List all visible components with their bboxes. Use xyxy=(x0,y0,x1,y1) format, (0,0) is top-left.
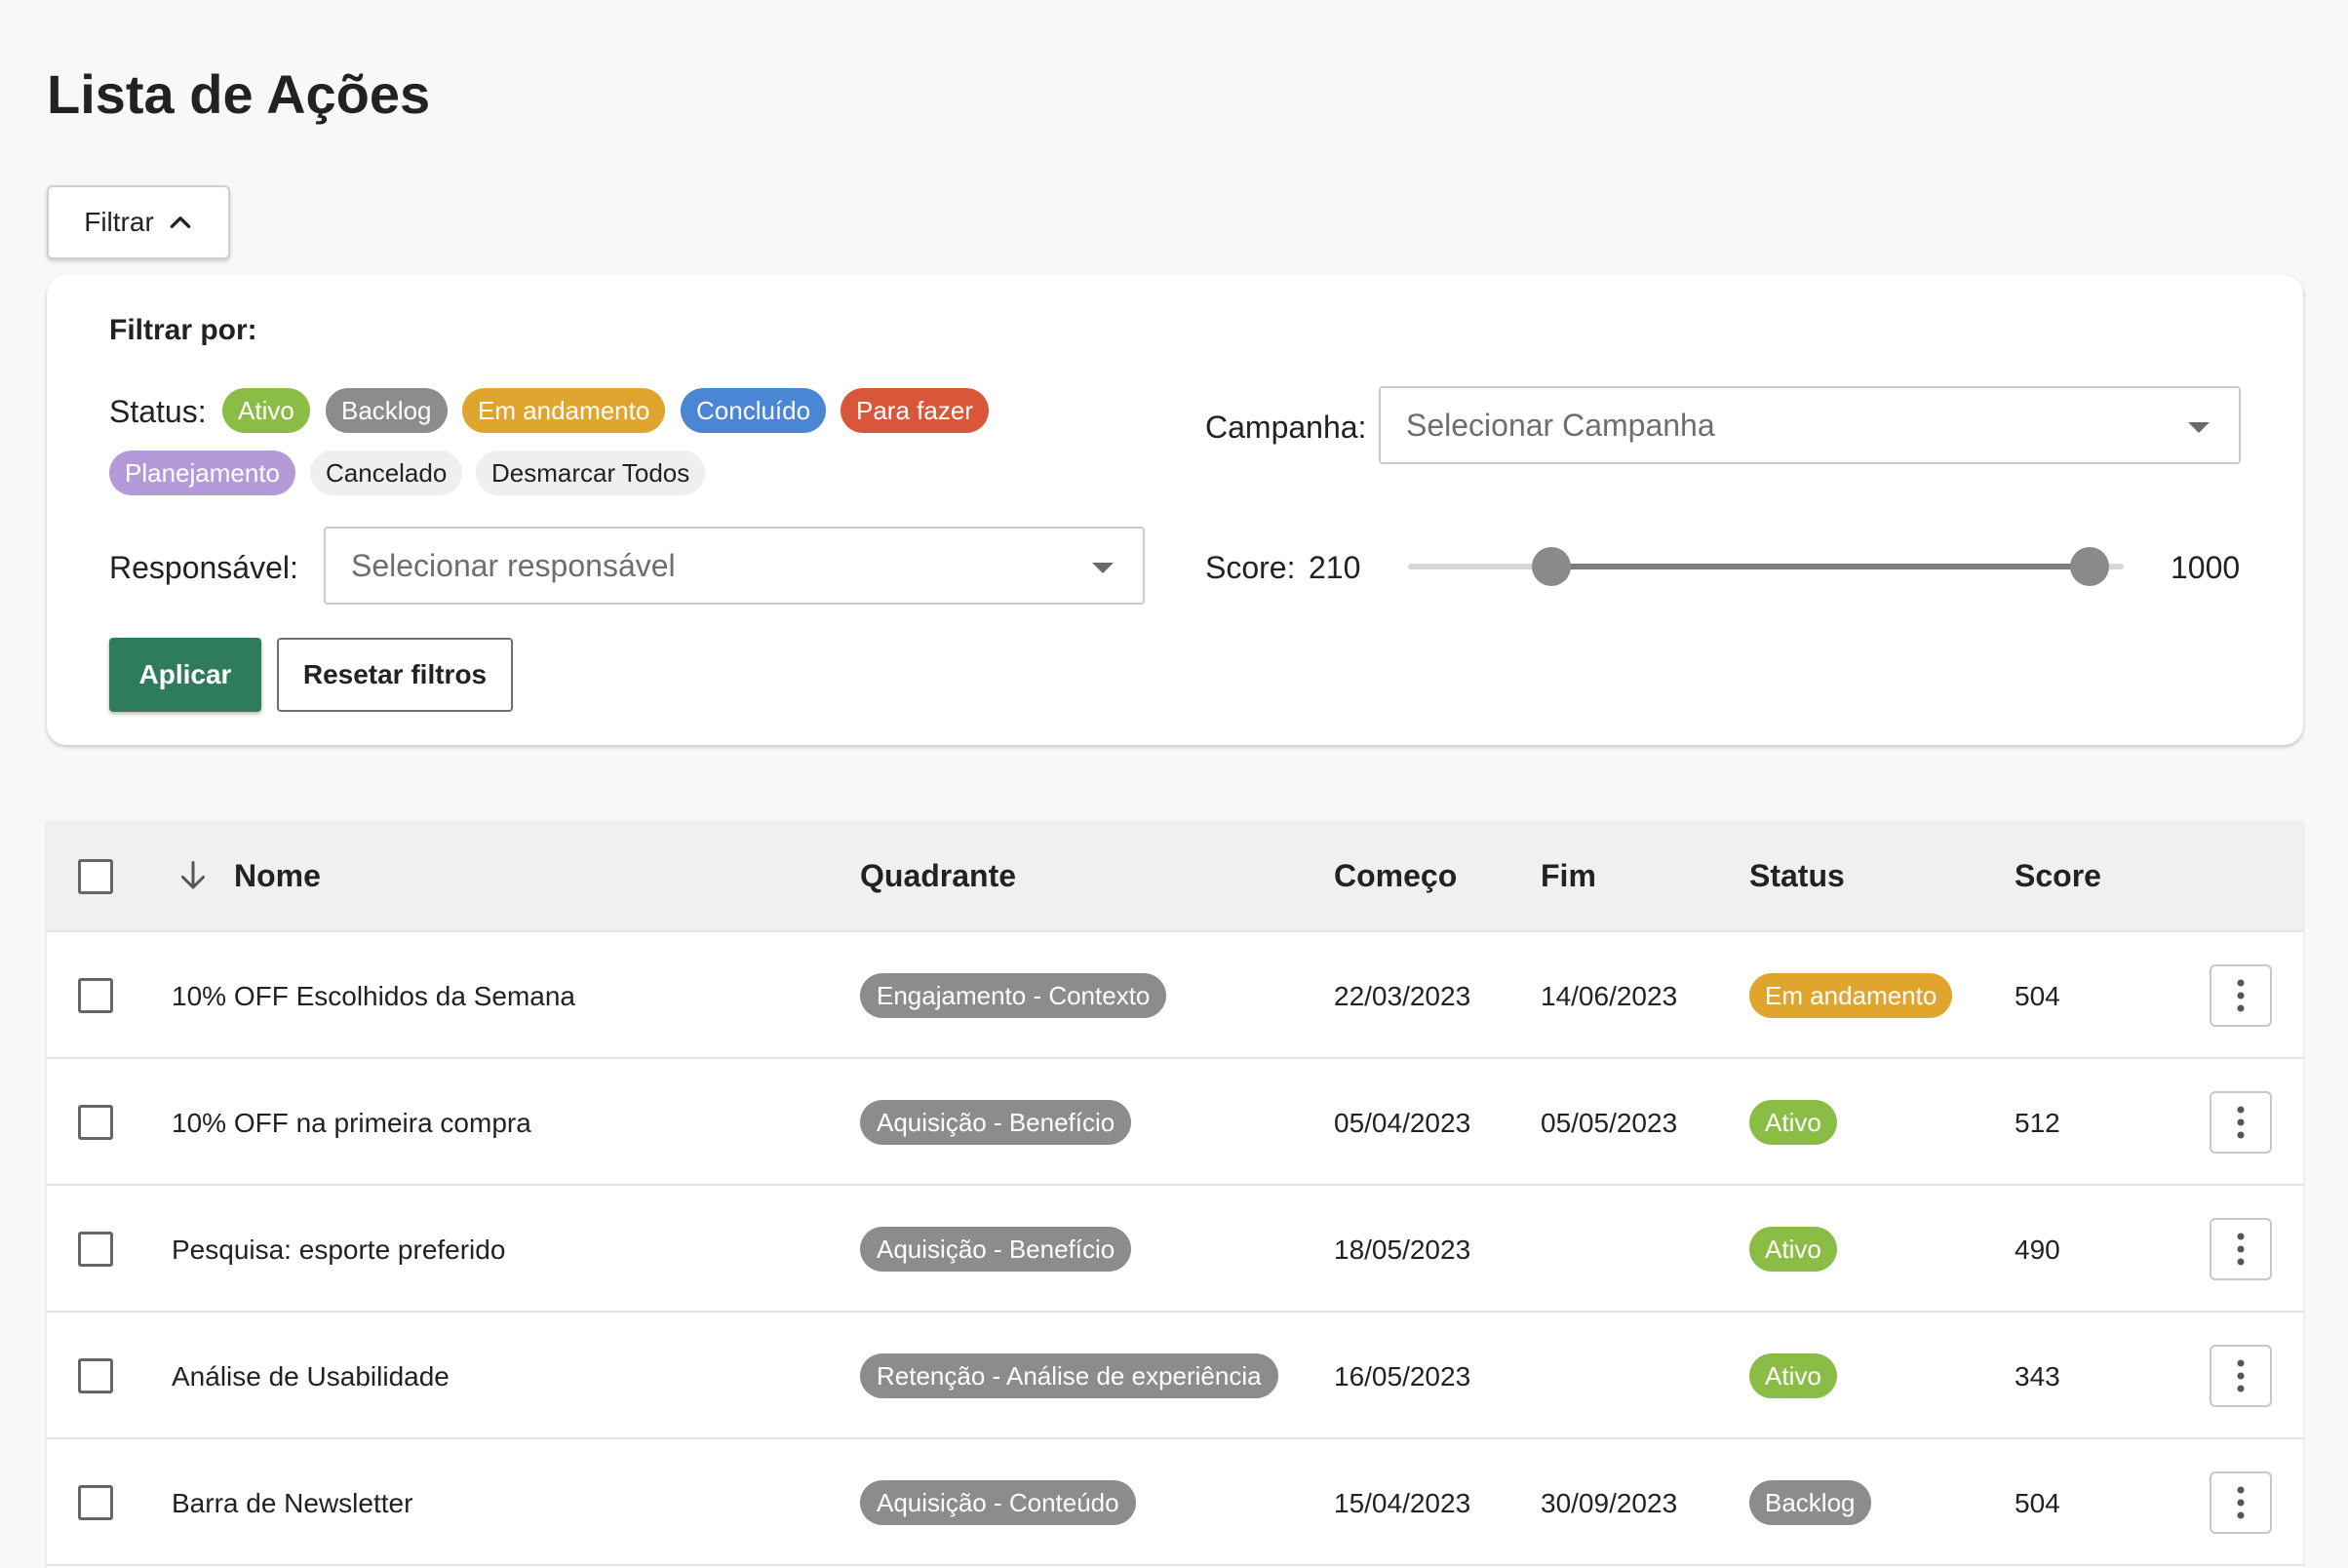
status-badge: Backlog xyxy=(1749,1480,1871,1525)
apply-button[interactable]: Aplicar xyxy=(109,638,261,712)
table-row[interactable]: Análise de Usabilidade Retenção - Anális… xyxy=(47,1313,2303,1439)
row-fim: 05/05/2023 xyxy=(1541,1108,1678,1138)
status-badge: Ativo xyxy=(1749,1100,1837,1145)
table-row[interactable]: Barra de Newsletter Aquisição - Conteúdo… xyxy=(47,1439,2303,1566)
more-vertical-icon xyxy=(2237,1233,2245,1266)
responsavel-select-placeholder: Selecionar responsável xyxy=(351,547,676,583)
campanha-label: Campanha: xyxy=(1205,410,1367,445)
select-all-checkbox[interactable] xyxy=(78,859,113,894)
column-header-comeco[interactable]: Começo xyxy=(1334,858,1457,894)
status-badge: Ativo xyxy=(1749,1353,1837,1398)
page-title: Lista de Ações xyxy=(47,63,431,125)
more-vertical-icon xyxy=(2237,1486,2245,1519)
row-comeco: 18/05/2023 xyxy=(1334,1235,1471,1265)
responsavel-select[interactable]: Selecionar responsável xyxy=(324,527,1145,605)
row-nome: Pesquisa: esporte preferido xyxy=(172,1235,506,1265)
row-fim: 14/06/2023 xyxy=(1541,981,1678,1011)
filter-toggle-label: Filtrar xyxy=(84,207,154,237)
status-badge: Ativo xyxy=(1749,1227,1837,1272)
row-menu-button[interactable] xyxy=(2210,1218,2272,1280)
column-header-fim[interactable]: Fim xyxy=(1541,858,1596,894)
row-checkbox[interactable] xyxy=(78,1485,113,1520)
row-checkbox[interactable] xyxy=(78,1105,113,1140)
row-nome: Barra de Newsletter xyxy=(172,1488,413,1518)
table-row[interactable]: Pesquisa: esporte preferido Aquisição - … xyxy=(47,1186,2303,1313)
status-chip-cancelado[interactable]: Cancelado xyxy=(310,451,463,495)
quadrante-chip: Aquisição - Conteúdo xyxy=(860,1480,1136,1525)
status-badge: Em andamento xyxy=(1749,973,1953,1018)
row-menu-button[interactable] xyxy=(2210,1091,2272,1154)
status-chip-para-fazer[interactable]: Para fazer xyxy=(841,388,989,433)
row-checkbox[interactable] xyxy=(78,978,113,1013)
quadrante-chip: Retenção - Análise de experiência xyxy=(860,1353,1278,1398)
score-slider-max-handle[interactable] xyxy=(2070,547,2110,586)
row-comeco: 15/04/2023 xyxy=(1334,1488,1471,1518)
arrow-down-icon[interactable] xyxy=(176,858,211,893)
status-chip-concluido[interactable]: Concluído xyxy=(681,388,827,433)
row-nome: Análise de Usabilidade xyxy=(172,1361,450,1392)
filter-toggle-button[interactable]: Filtrar xyxy=(47,185,230,259)
row-comeco: 22/03/2023 xyxy=(1334,981,1471,1011)
status-chip-planejamento[interactable]: Planejamento xyxy=(109,451,295,495)
status-chip-em-andamento[interactable]: Em andamento xyxy=(462,388,666,433)
quadrante-chip: Aquisição - Benefício xyxy=(860,1227,1132,1272)
status-chip-backlog[interactable]: Backlog xyxy=(326,388,448,433)
table-row[interactable]: 10% OFF Escolhidos da Semana Engajamento… xyxy=(47,932,2303,1059)
row-comeco: 16/05/2023 xyxy=(1334,1361,1471,1392)
quadrante-chip: Aquisição - Benefício xyxy=(860,1100,1132,1145)
deselect-all-chip[interactable]: Desmarcar Todos xyxy=(476,451,706,495)
status-chip-ativo[interactable]: Ativo xyxy=(222,388,310,433)
row-nome: 10% OFF Escolhidos da Semana xyxy=(172,981,575,1011)
row-checkbox[interactable] xyxy=(78,1358,113,1393)
row-nome: 10% OFF na primeira compra xyxy=(172,1108,531,1138)
table-row[interactable]: 10% OFF na primeira compra Aquisição - B… xyxy=(47,1059,2303,1186)
row-fim: 30/09/2023 xyxy=(1541,1488,1678,1518)
table-header: Nome Quadrante Começo Fim Status Score xyxy=(47,821,2303,932)
campanha-select[interactable]: Selecionar Campanha xyxy=(1379,386,2241,464)
more-vertical-icon xyxy=(2237,979,2245,1012)
row-score: 512 xyxy=(2015,1108,2060,1138)
row-menu-button[interactable] xyxy=(2210,1471,2272,1534)
score-label: Score: xyxy=(1205,550,1296,585)
row-score: 343 xyxy=(2015,1361,2060,1392)
score-slider-min-handle[interactable] xyxy=(1531,547,1571,586)
filter-panel: Filtrar por: Status: Ativo Backlog Em an… xyxy=(47,275,2303,745)
column-header-quadrante[interactable]: Quadrante xyxy=(860,858,1016,894)
row-score: 504 xyxy=(2015,981,2060,1011)
actions-table: Nome Quadrante Começo Fim Status Score 1… xyxy=(47,821,2303,1568)
score-slider-range xyxy=(1550,564,2091,569)
caret-down-icon xyxy=(1092,563,1114,573)
chevron-up-icon xyxy=(170,216,191,228)
score-min-value: 210 xyxy=(1309,550,1361,585)
row-comeco: 05/04/2023 xyxy=(1334,1108,1471,1138)
row-score: 490 xyxy=(2015,1235,2060,1265)
caret-down-icon xyxy=(2188,422,2210,433)
quadrante-chip: Engajamento - Contexto xyxy=(860,973,1167,1018)
status-filter-label: Status: xyxy=(109,394,207,429)
page: Lista de Ações Filtrar Filtrar por: Stat… xyxy=(0,0,2348,1568)
column-header-score[interactable]: Score xyxy=(2015,858,2101,894)
row-menu-button[interactable] xyxy=(2210,964,2272,1027)
row-menu-button[interactable] xyxy=(2210,1345,2272,1407)
score-max-value: 1000 xyxy=(2171,550,2241,585)
filter-heading: Filtrar por: xyxy=(109,314,257,346)
campanha-select-placeholder: Selecionar Campanha xyxy=(1406,407,1715,443)
row-checkbox[interactable] xyxy=(78,1232,113,1267)
column-header-nome[interactable]: Nome xyxy=(234,858,321,894)
row-score: 504 xyxy=(2015,1488,2060,1518)
responsavel-label: Responsável: xyxy=(109,550,298,585)
more-vertical-icon xyxy=(2237,1359,2245,1392)
more-vertical-icon xyxy=(2237,1106,2245,1139)
column-header-status[interactable]: Status xyxy=(1749,858,1845,894)
reset-filters-button[interactable]: Resetar filtros xyxy=(277,638,513,712)
